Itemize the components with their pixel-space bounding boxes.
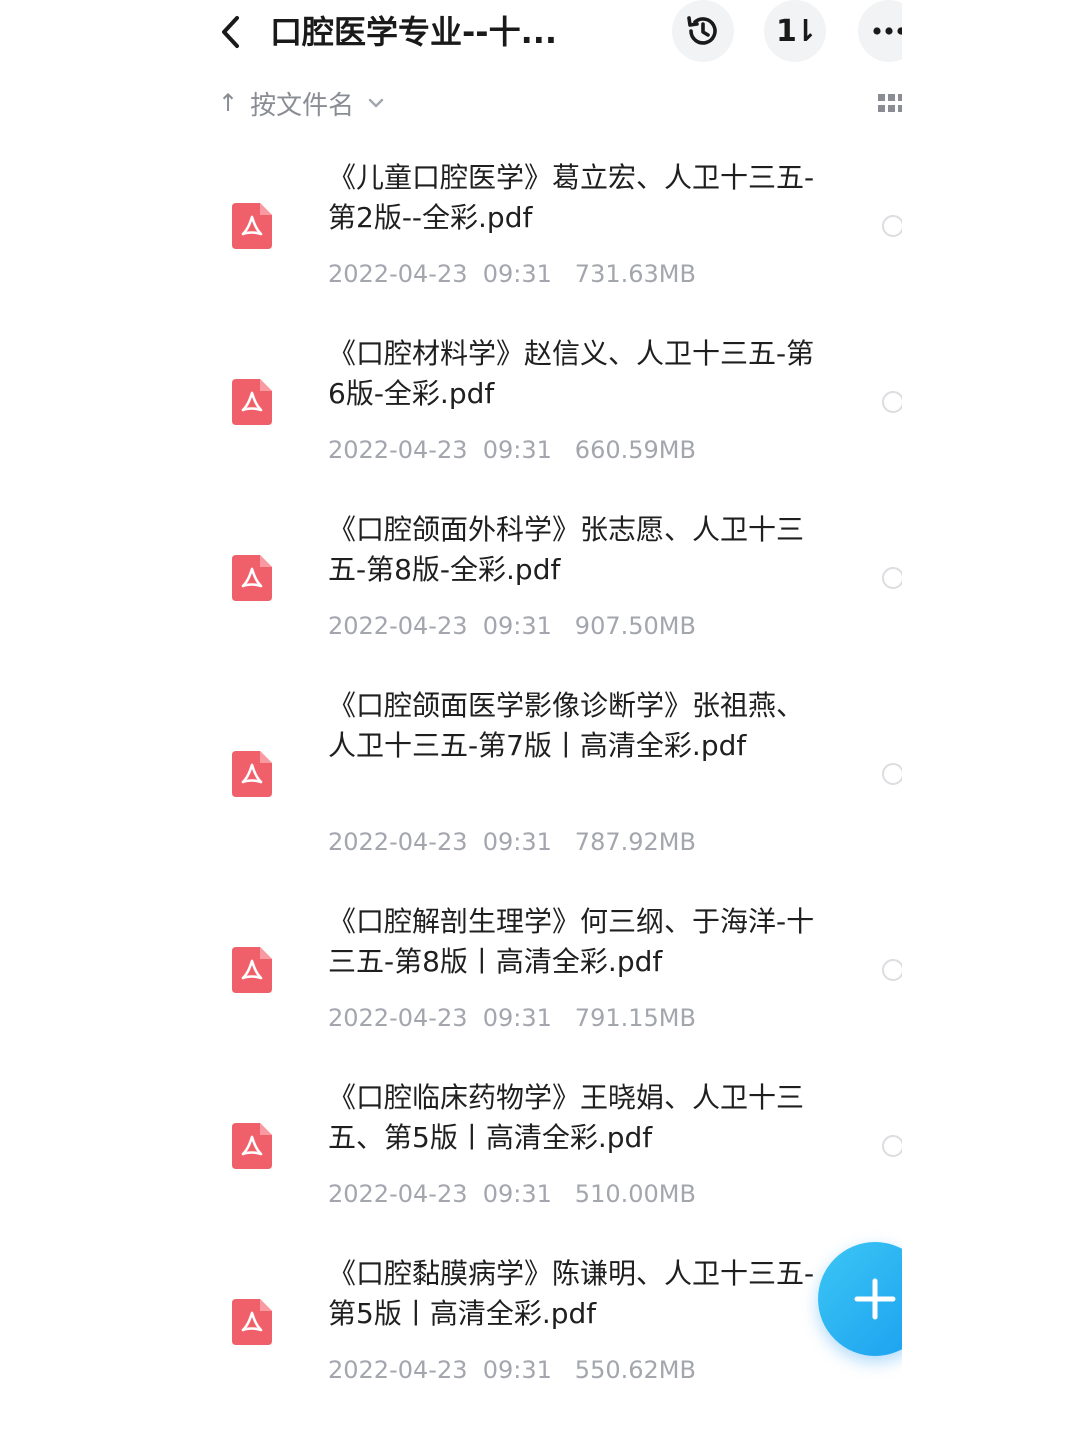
file-row[interactable]: 《儿童口腔医学》葛立宏、人卫十三五-第2版--全彩.pdf 2022-04-23 … (178, 150, 902, 294)
page-title: 口腔医学专业--十... (270, 13, 558, 51)
file-size: 791.15MB (574, 1004, 696, 1032)
file-date: 2022-04-23 09:31 (328, 260, 552, 288)
file-meta: 2022-04-23 09:31 731.63MB (328, 260, 696, 288)
file-date: 2022-04-23 09:31 (328, 1356, 552, 1384)
history-button[interactable] (672, 0, 734, 62)
file-meta: 2022-04-23 09:31 787.92MB (328, 828, 696, 856)
file-browser-screen: 口腔医学专业--十... 1⇂ ↑ 按文件名 《儿童口腔医学》葛立宏、人卫十三五… (178, 0, 902, 1439)
file-size: 550.62MB (574, 1356, 696, 1384)
back-button[interactable] (208, 8, 252, 56)
file-row[interactable]: 《口腔颌面医学影像诊断学》张祖燕、人卫十三五-第7版丨高清全彩.pdf 2022-… (178, 678, 902, 862)
file-name: 《口腔解剖生理学》何三纲、于海洋-十三五-第8版丨高清全彩.pdf (328, 905, 815, 978)
pdf-file-icon (232, 379, 272, 425)
file-date: 2022-04-23 09:31 (328, 1004, 552, 1032)
pdf-file-icon (232, 203, 272, 249)
meta-spacer (552, 436, 575, 464)
file-meta: 2022-04-23 09:31 660.59MB (328, 436, 696, 464)
file-meta: 2022-04-23 09:31 550.62MB (328, 1356, 696, 1384)
select-checkbox[interactable] (882, 1135, 902, 1157)
meta-spacer (552, 260, 575, 288)
more-horizontal-icon (873, 27, 902, 35)
file-date: 2022-04-23 09:31 (328, 612, 552, 640)
top-bar: 口腔医学专业--十... 1⇂ (178, 0, 902, 66)
select-checkbox[interactable] (882, 959, 902, 981)
file-name: 《口腔临床药物学》王晓娟、人卫十三五、第5版丨高清全彩.pdf (328, 1081, 805, 1154)
file-meta: 2022-04-23 09:31 510.00MB (328, 1180, 696, 1208)
sort-direction-icon: ↑ (218, 89, 239, 117)
select-checkbox[interactable] (882, 391, 902, 413)
file-row[interactable]: 《口腔黏膜病学》陈谦明、人卫十三五-第5版丨高清全彩.pdf 2022-04-23… (178, 1246, 902, 1390)
select-checkbox[interactable] (882, 567, 902, 589)
history-icon (687, 16, 717, 45)
meta-spacer (552, 1004, 575, 1032)
file-name: 《口腔材料学》赵信义、人卫十三五-第6版-全彩.pdf (328, 337, 815, 410)
select-checkbox[interactable] (882, 215, 902, 237)
file-meta: 2022-04-23 09:31 907.50MB (328, 612, 696, 640)
file-size: 510.00MB (574, 1180, 696, 1208)
file-size: 731.63MB (574, 260, 696, 288)
meta-spacer (552, 1356, 575, 1384)
plus-icon (854, 1278, 896, 1320)
select-checkbox[interactable] (882, 763, 902, 785)
pdf-file-icon (232, 751, 272, 797)
pdf-file-icon (232, 947, 272, 993)
file-size: 787.92MB (574, 828, 696, 856)
more-button[interactable] (858, 0, 902, 62)
meta-spacer (552, 828, 575, 856)
meta-spacer (552, 612, 575, 640)
sort-by-name-button[interactable]: ↑ 按文件名 (218, 80, 384, 126)
file-size: 660.59MB (574, 436, 696, 464)
grid-view-icon (878, 94, 902, 112)
file-row[interactable]: 《口腔颌面外科学》张志愿、人卫十三五-第8版-全彩.pdf 2022-04-23 … (178, 502, 902, 646)
file-name: 《口腔黏膜病学》陈谦明、人卫十三五-第5版丨高清全彩.pdf (328, 1257, 815, 1330)
chevron-left-icon (222, 16, 239, 48)
pdf-file-icon (232, 555, 272, 601)
chevron-down-icon (368, 98, 384, 108)
sort-label: 按文件名 (250, 90, 355, 121)
sort-order-button[interactable]: 1⇂ (764, 0, 826, 62)
sort-bar: ↑ 按文件名 (178, 80, 902, 126)
view-toggle-button[interactable] (878, 92, 902, 114)
pdf-file-icon (232, 1299, 272, 1345)
file-meta: 2022-04-23 09:31 791.15MB (328, 1004, 696, 1032)
file-name: 《口腔颌面外科学》张志愿、人卫十三五-第8版-全彩.pdf (328, 513, 805, 586)
file-date: 2022-04-23 09:31 (328, 828, 552, 856)
file-row[interactable]: 《口腔解剖生理学》何三纲、于海洋-十三五-第8版丨高清全彩.pdf 2022-04… (178, 894, 902, 1038)
file-name: 《口腔颌面医学影像诊断学》张祖燕、人卫十三五-第7版丨高清全彩.pdf (328, 689, 805, 762)
pdf-file-icon (232, 1123, 272, 1169)
meta-spacer (552, 1180, 575, 1208)
file-date: 2022-04-23 09:31 (328, 436, 552, 464)
file-row[interactable]: 《口腔临床药物学》王晓娟、人卫十三五、第5版丨高清全彩.pdf 2022-04-2… (178, 1070, 902, 1214)
sort-toggle-icon: 1⇂ (775, 13, 818, 49)
file-name: 《儿童口腔医学》葛立宏、人卫十三五-第2版--全彩.pdf (328, 161, 815, 234)
file-date: 2022-04-23 09:31 (328, 1180, 552, 1208)
file-row[interactable]: 《口腔材料学》赵信义、人卫十三五-第6版-全彩.pdf 2022-04-23 09… (178, 326, 902, 470)
file-size: 907.50MB (574, 612, 696, 640)
